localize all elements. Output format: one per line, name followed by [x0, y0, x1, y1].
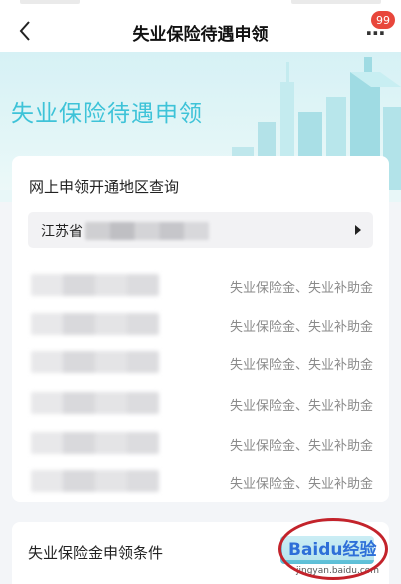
redacted-region-name — [31, 274, 159, 296]
region-row[interactable]: 失业保险金、失业补助金 — [12, 384, 389, 421]
region-row[interactable]: 失业保险金、失业补助金 — [12, 305, 389, 342]
redacted-region-name — [31, 432, 159, 454]
status-bar — [0, 0, 401, 10]
region-benefits: 失业保险金、失业补助金 — [229, 358, 373, 373]
page-title: 失业保险待遇申领 — [132, 25, 269, 45]
status-bar-time — [20, 0, 80, 4]
redacted-region-name — [31, 392, 159, 414]
redacted-region-name — [31, 351, 159, 373]
redacted-city — [85, 222, 209, 240]
region-benefits: 失业保险金、失业补助金 — [229, 439, 373, 454]
region-row[interactable]: 失业保险金、失业补助金 — [12, 266, 389, 303]
annotation-circle — [278, 518, 388, 580]
province-select[interactable]: 江苏省 — [28, 212, 373, 248]
region-query-card: 网上申领开通地区查询 江苏省 失业保险金、失业补助金 失业保险金、失业补助金 失… — [12, 156, 389, 502]
region-benefits: 失业保险金、失业补助金 — [229, 281, 373, 296]
banner-title: 失业保险待遇申领 — [11, 101, 203, 127]
nav-bar: 失业保险待遇申领 ⋯ 99 — [0, 10, 401, 52]
redacted-region-name — [31, 313, 159, 335]
region-row[interactable]: 失业保险金、失业补助金 — [12, 462, 389, 499]
region-benefits: 失业保险金、失业补助金 — [229, 320, 373, 335]
caret-right-icon — [355, 225, 361, 235]
region-query-heading: 网上申领开通地区查询 — [29, 178, 180, 196]
region-row[interactable]: 失业保险金、失业补助金 — [12, 424, 389, 461]
notification-badge: 99 — [371, 11, 395, 29]
redacted-region-name — [31, 470, 159, 492]
province-value: 江苏省 — [41, 224, 83, 240]
status-bar-indicators — [291, 0, 381, 4]
region-benefits: 失业保险金、失业补助金 — [229, 399, 373, 414]
conditions-title: 失业保险金申领条件 — [28, 544, 164, 562]
region-benefits: 失业保险金、失业补助金 — [229, 477, 373, 492]
region-row[interactable]: 失业保险金、失业补助金 — [12, 343, 389, 380]
